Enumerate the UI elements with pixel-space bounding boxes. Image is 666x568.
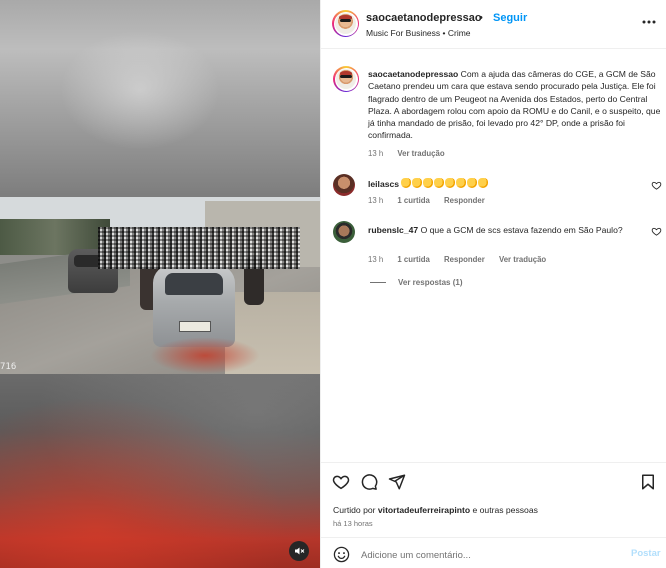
- silver-car: [153, 265, 235, 347]
- comment-likes[interactable]: 1 curtida: [397, 196, 430, 205]
- translate-link[interactable]: Ver tradução: [499, 255, 546, 264]
- video-timestamp: 716: [0, 362, 17, 372]
- more-options-button[interactable]: [639, 13, 659, 31]
- view-replies-button[interactable]: Ver respostas (1): [370, 278, 462, 287]
- comment-username[interactable]: rubenslc_47: [368, 225, 418, 235]
- add-comment-input[interactable]: [361, 547, 601, 563]
- comment-body: O que a GCM de scs estava fazendo em São…: [420, 225, 623, 235]
- pixelated-overlay: [98, 227, 300, 269]
- comment-meta: 13 h 1 curtida Responder: [368, 196, 497, 205]
- avatar[interactable]: [333, 221, 355, 243]
- comment-text: rubenslc_47 O que a GCM de scs estava fa…: [368, 224, 662, 236]
- reply-button[interactable]: Responder: [444, 196, 485, 205]
- liked-suffix[interactable]: e outras pessoas: [472, 505, 537, 515]
- reply-button[interactable]: Responder: [444, 255, 485, 264]
- mute-icon: [295, 547, 305, 555]
- separator-dot: •: [479, 12, 483, 24]
- caption-username[interactable]: saocaetanodepressao: [368, 69, 458, 79]
- follow-button[interactable]: Seguir: [493, 12, 527, 24]
- avatar[interactable]: [333, 174, 355, 196]
- list-item: rubenslc_47 O que a GCM de scs estava fa…: [333, 220, 663, 282]
- comment-icon[interactable]: [360, 473, 378, 491]
- comment-time[interactable]: 13 h: [368, 255, 383, 264]
- bookmark-icon[interactable]: [639, 473, 657, 491]
- comment-time[interactable]: 13 h: [368, 196, 383, 205]
- author-username[interactable]: saocaetanodepressao: [366, 12, 482, 24]
- video-blur-top: [0, 0, 320, 197]
- caption: saocaetanodepressao Com a ajuda das câme…: [333, 64, 663, 174]
- comment-meta: 13 h 1 curtida Responder Ver tradução: [368, 255, 558, 264]
- emoji-icon[interactable]: [333, 546, 350, 563]
- caption-body: Com a ajuda das câmeras do CGE, a GCM de…: [368, 69, 661, 141]
- post-video[interactable]: 716: [0, 0, 320, 568]
- liked-prefix: Curtido por: [333, 505, 376, 515]
- add-comment-row: Postar: [321, 537, 666, 568]
- caption-text: saocaetanodepressao Com a ajuda das câme…: [368, 68, 662, 142]
- list-item: leilascs 13 h 1 curtida Responder: [333, 174, 663, 216]
- comments-list[interactable]: saocaetanodepressao Com a ajuda das câme…: [321, 50, 666, 462]
- video-blur-bottom: [0, 374, 320, 568]
- post-header: saocaetanodepressao • Seguir Music For B…: [321, 0, 666, 49]
- heart-icon[interactable]: [651, 180, 662, 191]
- share-icon[interactable]: [388, 473, 406, 491]
- comment-username[interactable]: leilascs: [368, 179, 399, 189]
- post-sidebar: saocaetanodepressao • Seguir Music For B…: [320, 0, 666, 568]
- comment-text: leilascs: [368, 178, 662, 190]
- post-button[interactable]: Postar: [631, 548, 661, 559]
- caption-time[interactable]: 13 h: [368, 149, 383, 158]
- post-time[interactable]: há 13 horas: [333, 519, 373, 528]
- heart-icon[interactable]: [651, 226, 662, 237]
- avatar[interactable]: [333, 66, 359, 92]
- avatar[interactable]: [332, 10, 359, 37]
- comment-likes[interactable]: 1 curtida: [397, 255, 430, 264]
- translate-link[interactable]: Ver tradução: [397, 149, 444, 158]
- heart-icon[interactable]: [332, 473, 350, 491]
- mute-button[interactable]: [289, 541, 309, 561]
- more-icon: [642, 20, 656, 24]
- post-actions: Curtido por vitortadeuferreirapinto e ou…: [321, 462, 666, 568]
- clap-emojis: [401, 178, 489, 189]
- caption-meta: 13 h Ver tradução: [368, 149, 457, 158]
- video-frame[interactable]: 716: [0, 197, 320, 374]
- liked-user[interactable]: vitortadeuferreirapinto: [378, 505, 470, 515]
- audio-location-subtitle[interactable]: Music For Business • Crime: [366, 28, 471, 38]
- liked-by: Curtido por vitortadeuferreirapinto e ou…: [333, 505, 538, 515]
